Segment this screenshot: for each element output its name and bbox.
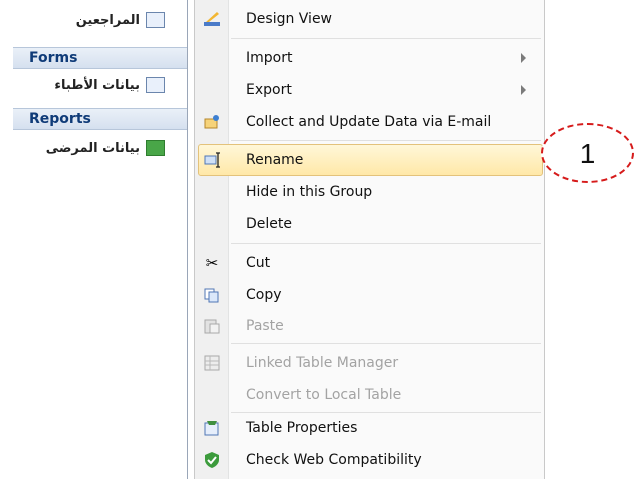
menu-item-collect-data[interactable]: Collect and Update Data via E-mail bbox=[195, 107, 544, 137]
menu-item-label: Rename bbox=[246, 152, 304, 168]
context-menu: Design View Import Export Collect and Up… bbox=[194, 0, 545, 479]
menu-item-label: Paste bbox=[246, 318, 284, 334]
nav-group-reports[interactable]: Reports bbox=[13, 108, 187, 130]
menu-item-label: Convert to Local Table bbox=[246, 387, 402, 403]
menu-item-label: Delete bbox=[246, 216, 292, 232]
menu-item-copy[interactable]: Copy bbox=[195, 280, 544, 310]
forms-header-label: Forms bbox=[29, 50, 78, 66]
nav-item-forms[interactable]: بيانات الأطباء bbox=[54, 73, 165, 97]
menu-item-hide-in-group[interactable]: Hide in this Group bbox=[195, 177, 544, 207]
form-icon bbox=[146, 12, 165, 28]
menu-item-label: Cut bbox=[246, 255, 271, 271]
nav-item-reports-label: بيانات المرضى bbox=[45, 140, 140, 156]
menu-item-table-properties[interactable]: Table Properties bbox=[195, 413, 544, 443]
rename-icon bbox=[204, 151, 222, 169]
nav-group-forms[interactable]: Forms bbox=[13, 47, 187, 69]
submenu-arrow-icon bbox=[521, 53, 526, 63]
menu-item-label: Collect and Update Data via E-mail bbox=[246, 114, 492, 130]
menu-item-label: Check Web Compatibility bbox=[246, 452, 422, 468]
menu-item-label: Copy bbox=[246, 287, 282, 303]
nav-item-top[interactable]: المراجعين bbox=[76, 8, 165, 32]
menu-item-cut[interactable]: ✂ Cut bbox=[195, 248, 544, 278]
menu-item-export[interactable]: Export bbox=[195, 75, 544, 105]
menu-separator bbox=[231, 38, 541, 39]
step-number: 1 bbox=[579, 138, 596, 169]
reports-header-label: Reports bbox=[29, 111, 91, 127]
paste-icon bbox=[203, 317, 221, 335]
table-properties-icon bbox=[203, 419, 221, 437]
report-icon bbox=[146, 140, 165, 156]
nav-item-reports[interactable]: بيانات المرضى bbox=[46, 136, 165, 160]
step-callout: 1 bbox=[541, 123, 634, 183]
nav-item-top-label: المراجعين bbox=[75, 12, 140, 28]
menu-item-import[interactable]: Import bbox=[195, 43, 544, 73]
linked-table-icon bbox=[203, 354, 221, 372]
form-icon bbox=[146, 77, 165, 93]
menu-item-delete[interactable]: Delete bbox=[195, 209, 544, 239]
nav-item-forms-label: بيانات الأطباء bbox=[54, 77, 140, 93]
menu-item-rename[interactable]: Rename bbox=[198, 144, 543, 176]
menu-separator bbox=[231, 243, 541, 244]
menu-item-label: Export bbox=[246, 82, 292, 98]
web-compat-icon bbox=[203, 451, 221, 469]
menu-item-label: Linked Table Manager bbox=[246, 355, 399, 371]
menu-separator bbox=[231, 343, 541, 344]
menu-item-paste[interactable]: Paste bbox=[195, 311, 544, 341]
menu-item-label: Hide in this Group bbox=[246, 184, 373, 200]
menu-item-linked-table-manager[interactable]: Linked Table Manager bbox=[195, 348, 544, 378]
scissors-icon: ✂ bbox=[205, 254, 219, 272]
submenu-arrow-icon bbox=[521, 85, 526, 95]
menu-item-label: Import bbox=[246, 50, 293, 66]
navigation-pane: المراجعين Forms بيانات الأطباء Reports ب… bbox=[0, 0, 188, 479]
menu-item-convert-local[interactable]: Convert to Local Table bbox=[195, 380, 544, 410]
collect-data-icon bbox=[203, 113, 221, 131]
menu-item-check-web-compat[interactable]: Check Web Compatibility bbox=[195, 445, 544, 475]
menu-separator bbox=[231, 140, 541, 141]
menu-item-design-view[interactable]: Design View bbox=[195, 4, 544, 34]
design-view-icon bbox=[203, 10, 221, 28]
menu-item-label: Table Properties bbox=[246, 420, 358, 436]
copy-icon bbox=[203, 286, 221, 304]
menu-item-label: Design View bbox=[246, 11, 333, 27]
